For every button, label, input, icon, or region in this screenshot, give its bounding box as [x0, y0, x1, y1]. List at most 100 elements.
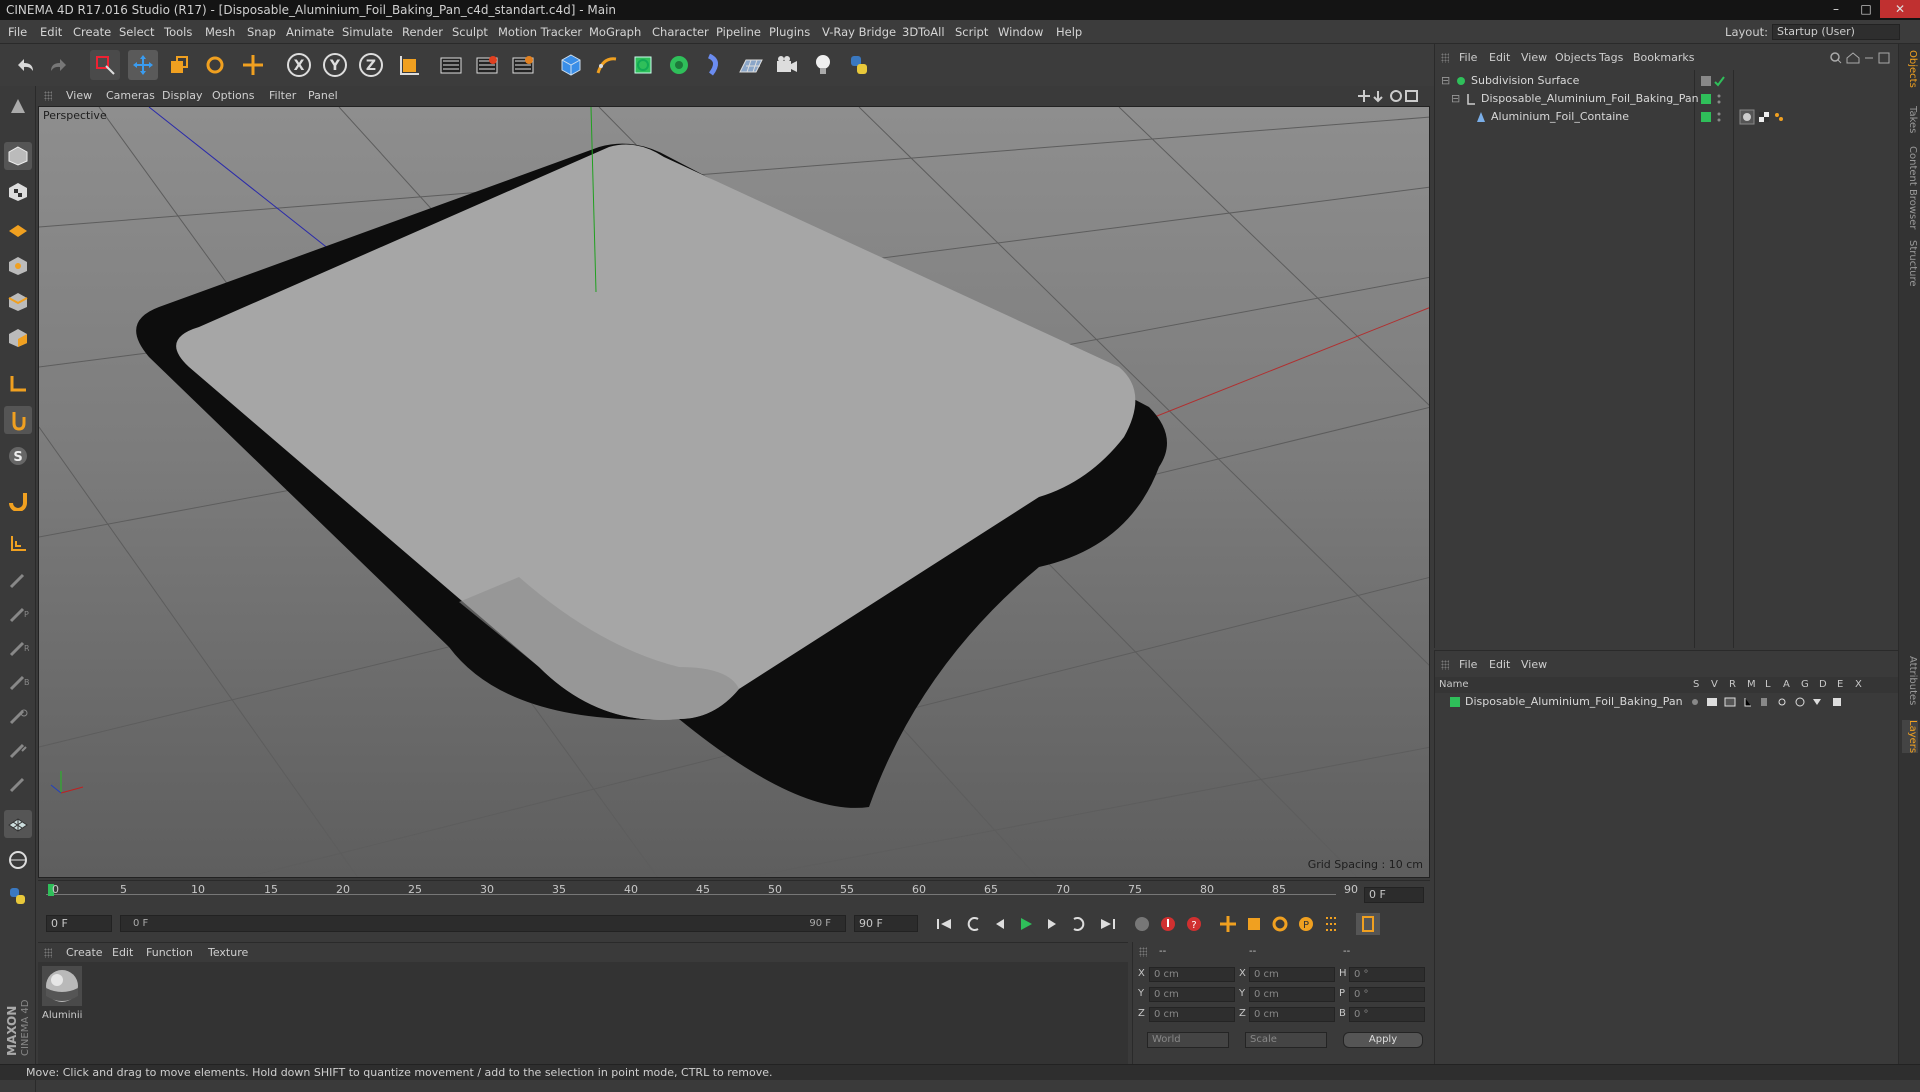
mat-menu-create[interactable]: Create [66, 943, 103, 963]
size-x-field[interactable]: 0 cm [1249, 967, 1335, 982]
3d-viewport[interactable]: Perspective Grid Spacing : 10 cm [38, 106, 1430, 878]
menu-animate[interactable]: Animate [286, 20, 334, 44]
rotate-tool-icon[interactable] [200, 50, 230, 80]
menu-pipeline[interactable]: Pipeline [716, 20, 761, 44]
key-position-icon[interactable] [1216, 913, 1240, 935]
object-row-baking-pan[interactable]: ⊟ Disposable_Aluminium_Foil_Baking_Pan [1435, 90, 1899, 108]
mat-menu-function[interactable]: Function [146, 943, 193, 963]
go-to-start-icon[interactable] [932, 913, 956, 935]
sphere-grid-icon[interactable] [4, 846, 32, 874]
move-tool-icon[interactable] [128, 50, 158, 80]
edges-mode-icon[interactable] [4, 288, 32, 316]
grid-floor-icon[interactable] [4, 810, 32, 838]
menu-sculpt[interactable]: Sculpt [452, 20, 488, 44]
next-key-icon[interactable] [1066, 913, 1090, 935]
obj-menu-file[interactable]: File [1459, 48, 1477, 68]
timeline-ruler[interactable]: 0 5 10 15 20 25 30 35 40 45 50 55 60 65 … [38, 880, 1430, 906]
collapse-icon[interactable]: ⊟ [1451, 90, 1460, 108]
close-button[interactable]: ✕ [1880, 0, 1920, 18]
layer-color-icon[interactable] [1449, 693, 1461, 717]
coordinate-scale-select[interactable]: Scale [1245, 1032, 1327, 1048]
object-row-subdivision-surface[interactable]: ⊟ Subdivision Surface [1435, 72, 1899, 90]
vp-menu-options[interactable]: Options [212, 86, 254, 106]
next-frame-icon[interactable] [1040, 913, 1064, 935]
object-row-foil-container[interactable]: Aluminium_Foil_Containe [1435, 108, 1899, 126]
menu-tools[interactable]: Tools [164, 20, 192, 44]
obj-menu-objects[interactable]: Objects [1555, 48, 1597, 68]
go-to-end-icon[interactable] [1096, 913, 1120, 935]
start-frame-field[interactable]: 0 F [46, 915, 112, 932]
sculpt-inflate-icon[interactable] [4, 702, 32, 730]
z-axis-lock-icon[interactable]: Z [356, 50, 386, 80]
menu-create[interactable]: Create [73, 20, 111, 44]
previous-key-icon[interactable] [962, 913, 986, 935]
column-solo[interactable]: S [1693, 677, 1699, 693]
column-xref[interactable]: X [1855, 677, 1862, 693]
visibility-dots[interactable] [1699, 108, 1729, 132]
undo-icon[interactable] [10, 50, 40, 80]
layer-menu-file[interactable]: File [1459, 655, 1477, 675]
apply-button[interactable]: Apply [1343, 1032, 1423, 1048]
key-parameter-icon[interactable]: P [1294, 913, 1318, 935]
tab-structure[interactable]: Structure [1902, 240, 1918, 287]
size-z-field[interactable]: 0 cm [1249, 1007, 1335, 1022]
menu-simulate[interactable]: Simulate [342, 20, 393, 44]
cube-icon[interactable] [556, 50, 586, 80]
workplane-axis-icon[interactable] [4, 530, 32, 558]
y-axis-lock-icon[interactable]: Y [320, 50, 350, 80]
column-deformers[interactable]: D [1819, 677, 1827, 693]
redo-icon[interactable] [44, 50, 74, 80]
floor-icon[interactable] [736, 50, 766, 80]
timeline-track[interactable] [46, 883, 1336, 895]
record-keyframes-icon[interactable] [1130, 913, 1154, 935]
rot-p-field[interactable]: 0 ° [1349, 987, 1425, 1002]
live-selection-icon[interactable] [90, 50, 120, 80]
cloner-icon[interactable] [664, 50, 694, 80]
menu-script[interactable]: Script [955, 20, 988, 44]
sculpt-flatten-icon[interactable]: B [4, 668, 32, 696]
tweak-mode-icon[interactable] [4, 406, 32, 434]
vp-menu-display[interactable]: Display [162, 86, 203, 106]
python-icon[interactable] [844, 50, 874, 80]
menu-3dtoall[interactable]: 3DToAll [902, 20, 945, 44]
rot-b-field[interactable]: 0 ° [1349, 1007, 1425, 1022]
sculpt-grab-icon[interactable] [4, 736, 32, 764]
timeline-window-icon[interactable] [1356, 913, 1380, 935]
obj-manager-toolbar-icons[interactable] [1829, 51, 1893, 68]
texture-mode-icon[interactable] [4, 178, 32, 206]
render-to-picture-viewer-icon[interactable] [472, 50, 502, 80]
sculpt-brush-icon[interactable] [4, 566, 32, 594]
mat-menu-edit[interactable]: Edit [112, 943, 133, 963]
obj-menu-view[interactable]: View [1521, 48, 1547, 68]
vp-menu-panel[interactable]: Panel [308, 86, 338, 106]
column-locked[interactable]: L [1765, 677, 1771, 693]
column-animation[interactable]: A [1783, 677, 1790, 693]
deformer-icon[interactable] [700, 50, 730, 80]
tab-objects[interactable]: Objects [1902, 50, 1918, 88]
object-tags[interactable] [1739, 108, 1789, 132]
tab-layers[interactable]: Layers [1902, 720, 1918, 754]
sculpt-pull-icon[interactable]: P [4, 600, 32, 628]
layer-toggle-icons[interactable] [1689, 693, 1879, 717]
menu-mesh[interactable]: Mesh [205, 20, 235, 44]
tab-attributes[interactable]: Attributes [1902, 656, 1918, 705]
spline-pen-icon[interactable] [592, 50, 622, 80]
viewport-nav-icons[interactable] [1356, 88, 1420, 107]
column-name[interactable]: Name [1439, 677, 1469, 693]
x-axis-lock-icon[interactable]: X [284, 50, 314, 80]
render-settings-icon[interactable] [508, 50, 538, 80]
vp-menu-filter[interactable]: Filter [269, 86, 296, 106]
polygons-mode-icon[interactable] [4, 324, 32, 352]
vp-menu-view[interactable]: View [66, 86, 92, 106]
column-render[interactable]: R [1729, 677, 1736, 693]
menu-render[interactable]: Render [402, 20, 443, 44]
material-swatch[interactable]: Aluminii [42, 966, 82, 1022]
model-mode-icon[interactable] [4, 92, 32, 120]
points-mode-icon[interactable] [4, 252, 32, 280]
column-manager[interactable]: M [1747, 677, 1756, 693]
size-y-field[interactable]: 0 cm [1249, 987, 1335, 1002]
tab-takes[interactable]: Takes [1902, 106, 1918, 133]
menu-mograph[interactable]: MoGraph [589, 20, 641, 44]
pos-y-field[interactable]: 0 cm [1149, 987, 1235, 1002]
subdivision-surface-icon[interactable] [628, 50, 658, 80]
